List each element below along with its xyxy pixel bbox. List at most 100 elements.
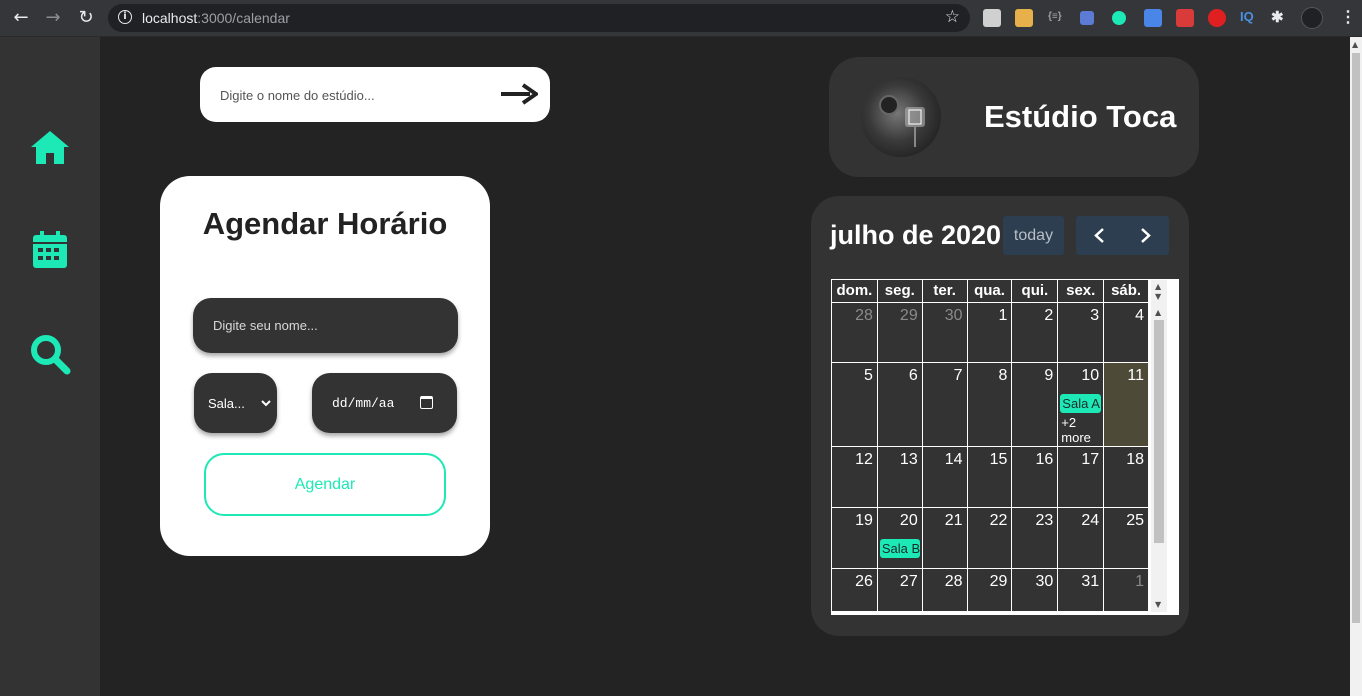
calendar-day[interactable]: 27 bbox=[877, 569, 922, 611]
reload-icon[interactable]: ↻ bbox=[74, 6, 98, 30]
calendar-day[interactable]: 30 bbox=[922, 303, 967, 362]
day-number[interactable]: 31 bbox=[1081, 573, 1099, 591]
scroll-up-icon[interactable]: ▲ bbox=[1155, 282, 1161, 291]
inner-scroll-up-icon[interactable]: ▲ bbox=[1155, 308, 1161, 317]
page-scrollbar[interactable]: ▲ bbox=[1350, 37, 1362, 696]
calendar-day-today[interactable]: 11 bbox=[1104, 363, 1149, 446]
calendar-day[interactable]: 25 bbox=[1104, 508, 1149, 568]
calendar-day[interactable]: 29 bbox=[877, 303, 922, 362]
day-number[interactable]: 15 bbox=[990, 451, 1008, 469]
profile-icon[interactable] bbox=[1301, 7, 1323, 29]
day-number[interactable]: 8 bbox=[999, 367, 1008, 385]
back-icon[interactable]: ← bbox=[9, 6, 33, 30]
calendar-day[interactable]: 30 bbox=[1012, 569, 1058, 611]
calendar-scrollbar[interactable]: ▲ ▼ ▲ ▼ bbox=[1151, 280, 1167, 612]
calendar-day[interactable]: 20 Sala B bbox=[877, 508, 922, 568]
day-number[interactable]: 1 bbox=[999, 307, 1008, 325]
calendar-icon[interactable] bbox=[29, 229, 71, 271]
extension-icon-7[interactable] bbox=[1176, 9, 1194, 27]
day-number[interactable]: 3 bbox=[1090, 307, 1099, 325]
today-button[interactable]: today bbox=[1003, 216, 1064, 255]
page-scroll-thumb[interactable] bbox=[1352, 53, 1360, 623]
day-number[interactable]: 29 bbox=[900, 307, 918, 325]
day-number[interactable]: 4 bbox=[1135, 307, 1144, 325]
calendar-day[interactable]: 23 bbox=[1012, 508, 1058, 568]
menu-dots-icon[interactable]: ⋮ bbox=[1340, 7, 1356, 27]
day-number[interactable]: 12 bbox=[855, 451, 873, 469]
calendar-day[interactable]: 4 bbox=[1104, 303, 1149, 362]
address-bar[interactable]: i localhost:3000/calendar ☆ bbox=[108, 4, 970, 32]
calendar-day[interactable]: 2 bbox=[1012, 303, 1058, 362]
calendar-event[interactable]: Sala A bbox=[1060, 394, 1102, 413]
calendar-day[interactable]: 3 bbox=[1058, 303, 1104, 362]
day-number[interactable]: 23 bbox=[1036, 512, 1054, 530]
day-number[interactable]: 1 bbox=[1135, 573, 1144, 591]
page-scroll-up-icon[interactable]: ▲ bbox=[1352, 40, 1358, 49]
calendar-day[interactable]: 15 bbox=[967, 447, 1012, 507]
calendar-day[interactable]: 12 bbox=[832, 447, 877, 507]
date-picker-icon[interactable] bbox=[420, 396, 433, 409]
extension-icon-1[interactable] bbox=[983, 9, 1001, 27]
scroll-thumb[interactable] bbox=[1154, 320, 1164, 543]
scroll-up-2-icon[interactable]: ▼ bbox=[1155, 292, 1161, 301]
arrow-right-icon[interactable] bbox=[500, 83, 538, 105]
calendar-day[interactable]: 8 bbox=[967, 363, 1012, 446]
calendar-day[interactable]: 19 bbox=[832, 508, 877, 568]
day-number[interactable]: 2 bbox=[1044, 307, 1053, 325]
day-number[interactable]: 29 bbox=[990, 573, 1008, 591]
date-field[interactable]: dd/mm/aa bbox=[312, 373, 457, 433]
forward-icon[interactable]: → bbox=[41, 6, 65, 30]
day-number[interactable]: 24 bbox=[1081, 512, 1099, 530]
calendar-day[interactable]: 1 bbox=[1104, 569, 1149, 611]
chevron-left-icon[interactable] bbox=[1076, 216, 1122, 255]
calendar-day[interactable]: 13 bbox=[877, 447, 922, 507]
bookmark-star-icon[interactable]: ☆ bbox=[945, 7, 960, 27]
day-number[interactable]: 21 bbox=[945, 512, 963, 530]
day-number[interactable]: 13 bbox=[900, 451, 918, 469]
day-number[interactable]: 10 bbox=[1081, 367, 1099, 385]
site-info-icon[interactable]: i bbox=[118, 10, 132, 24]
calendar-day[interactable]: 17 bbox=[1058, 447, 1104, 507]
more-events-link[interactable]: +2 more bbox=[1061, 415, 1097, 445]
day-number[interactable]: 28 bbox=[855, 307, 873, 325]
extension-icon-4[interactable] bbox=[1080, 11, 1094, 25]
calendar-day[interactable]: 31 bbox=[1058, 569, 1104, 611]
calendar-day[interactable]: 24 bbox=[1058, 508, 1104, 568]
day-number[interactable]: 14 bbox=[945, 451, 963, 469]
chevron-right-icon[interactable] bbox=[1123, 216, 1169, 255]
calendar-day[interactable]: 28 bbox=[922, 569, 967, 611]
calendar-day[interactable]: 16 bbox=[1012, 447, 1058, 507]
calendar-day[interactable]: 21 bbox=[922, 508, 967, 568]
calendar-day[interactable]: 7 bbox=[922, 363, 967, 446]
calendar-day[interactable]: 5 bbox=[832, 363, 877, 446]
url-text[interactable]: localhost:3000/calendar bbox=[142, 10, 290, 26]
day-number[interactable]: 30 bbox=[945, 307, 963, 325]
stop-icon[interactable] bbox=[1208, 9, 1226, 27]
day-number[interactable]: 7 bbox=[954, 367, 963, 385]
extension-icon-3[interactable]: {≡} bbox=[1048, 11, 1062, 22]
day-number[interactable]: 22 bbox=[990, 512, 1008, 530]
calendar-day[interactable]: 10 Sala A +2 more bbox=[1058, 363, 1104, 446]
day-number[interactable]: 19 bbox=[855, 512, 873, 530]
translate-icon[interactable] bbox=[1144, 9, 1162, 27]
day-number[interactable]: 16 bbox=[1036, 451, 1054, 469]
search-icon[interactable] bbox=[29, 333, 71, 375]
day-number[interactable]: 6 bbox=[909, 367, 918, 385]
calendar-day[interactable]: 14 bbox=[922, 447, 967, 507]
puzzle-icon[interactable]: ✱ bbox=[1271, 8, 1284, 26]
day-number[interactable]: 26 bbox=[855, 573, 873, 591]
day-number[interactable]: 30 bbox=[1036, 573, 1054, 591]
name-input[interactable] bbox=[213, 315, 443, 335]
iq-icon[interactable]: IQ bbox=[1240, 9, 1254, 24]
calendar-day[interactable]: 22 bbox=[967, 508, 1012, 568]
day-number[interactable]: 25 bbox=[1126, 512, 1144, 530]
studio-search-input[interactable] bbox=[220, 84, 490, 106]
schedule-button[interactable]: Agendar bbox=[204, 453, 446, 516]
calendar-day[interactable]: 29 bbox=[967, 569, 1012, 611]
calendar-day[interactable]: 28 bbox=[832, 303, 877, 362]
day-number[interactable]: 18 bbox=[1126, 451, 1144, 469]
day-number[interactable]: 20 bbox=[900, 512, 918, 530]
extension-icon-5[interactable] bbox=[1112, 11, 1126, 25]
calendar-day[interactable]: 6 bbox=[877, 363, 922, 446]
day-number[interactable]: 9 bbox=[1044, 367, 1053, 385]
